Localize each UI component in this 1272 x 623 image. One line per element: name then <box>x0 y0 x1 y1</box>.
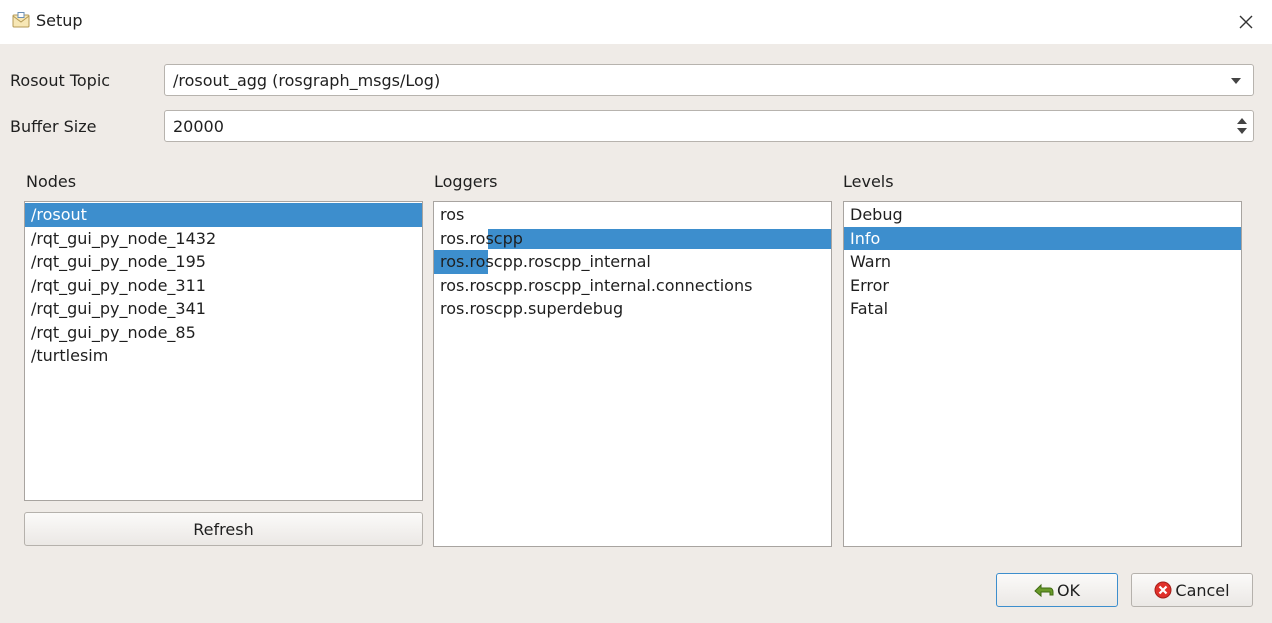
selection-highlight <box>488 228 831 249</box>
list-item[interactable]: /rqt_gui_py_node_85 <box>25 321 422 345</box>
buffer-size-value: 20000 <box>173 117 224 136</box>
spin-buttons[interactable] <box>1231 111 1253 141</box>
buffer-size-label: Buffer Size <box>10 117 97 136</box>
list-item[interactable]: Error <box>844 274 1241 298</box>
list-item[interactable]: Info <box>844 226 1241 250</box>
title-bar: Setup <box>0 0 1272 44</box>
rosout-topic-value: /rosout_agg (rosgraph_msgs/Log) <box>173 71 441 90</box>
refresh-button[interactable]: Refresh <box>24 512 423 546</box>
list-item[interactable]: /rqt_gui_py_node_1432 <box>25 227 422 251</box>
refresh-label: Refresh <box>193 519 254 539</box>
list-item-label: ros.roscpp <box>440 228 523 248</box>
nodes-list[interactable]: /rosout /rqt_gui_py_node_1432 /rqt_gui_p… <box>24 201 423 501</box>
close-button[interactable] <box>1228 6 1264 38</box>
checkmark-arrow-icon <box>1034 583 1054 598</box>
buffer-size-spinbox[interactable]: 20000 <box>164 110 1254 142</box>
rosout-topic-combo[interactable]: /rosout_agg (rosgraph_msgs/Log) <box>164 64 1254 96</box>
spin-up-icon[interactable] <box>1237 118 1247 124</box>
cancel-button[interactable]: Cancel <box>1131 573 1253 607</box>
nodes-label: Nodes <box>26 172 77 191</box>
list-item[interactable]: ros <box>434 203 831 227</box>
list-item[interactable]: ros.roscpp.roscpp_internal <box>434 250 831 274</box>
ok-button[interactable]: OK <box>996 573 1118 607</box>
chevron-down-icon <box>1231 78 1241 84</box>
list-item-label: ros.roscpp.roscpp_internal <box>440 252 651 271</box>
spin-down-icon[interactable] <box>1237 128 1247 134</box>
list-item[interactable]: /rqt_gui_py_node_311 <box>25 274 422 298</box>
list-item[interactable]: /rqt_gui_py_node_195 <box>25 250 422 274</box>
list-item[interactable]: /turtlesim <box>25 344 422 368</box>
list-item[interactable]: /rosout <box>25 203 422 227</box>
list-item[interactable]: Fatal <box>844 297 1241 321</box>
loggers-list[interactable]: ros ros.roscpp ros.roscpp.roscpp_interna… <box>433 201 832 547</box>
close-icon <box>1239 15 1253 29</box>
levels-list[interactable]: Debug Info Warn Error Fatal <box>843 201 1242 547</box>
loggers-label: Loggers <box>434 172 498 191</box>
envelope-icon <box>12 12 30 28</box>
cancel-label: Cancel <box>1175 580 1230 600</box>
list-item[interactable]: ros.roscpp <box>434 227 831 251</box>
list-item[interactable]: Warn <box>844 250 1241 274</box>
list-item[interactable]: /rqt_gui_py_node_341 <box>25 297 422 321</box>
list-item[interactable]: Debug <box>844 203 1241 227</box>
list-item[interactable]: ros.roscpp.roscpp_internal.connections <box>434 274 831 298</box>
levels-label: Levels <box>843 172 894 191</box>
list-item[interactable]: ros.roscpp.superdebug <box>434 297 831 321</box>
rosout-topic-label: Rosout Topic <box>10 71 111 90</box>
cancel-icon <box>1154 581 1172 599</box>
ok-label: OK <box>1056 580 1081 600</box>
window-title: Setup <box>36 11 83 30</box>
